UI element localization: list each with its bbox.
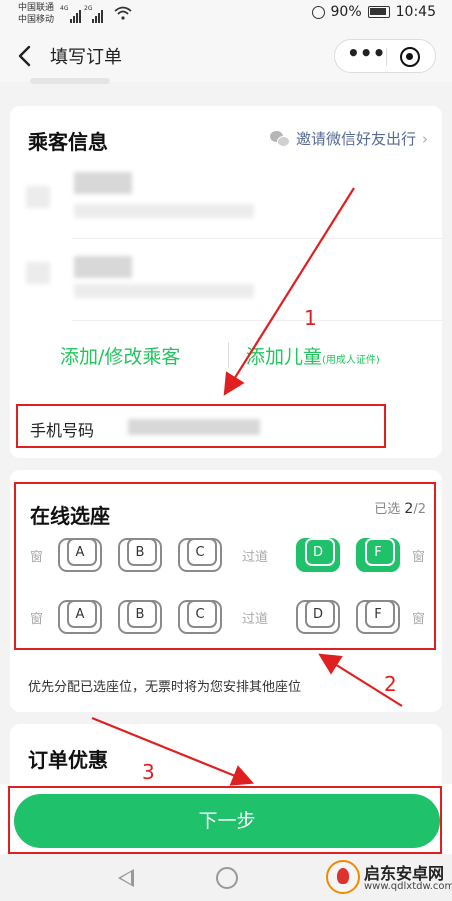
more-icon[interactable]: ••• xyxy=(347,43,385,66)
mini-program-capsule: ••• xyxy=(334,39,436,73)
system-back-icon[interactable] xyxy=(118,869,134,887)
scrolled-content-edge xyxy=(30,78,110,84)
status-bar: 中国联通 中国移动 4G 2G 90% 10:45 xyxy=(0,0,452,30)
system-home-icon[interactable] xyxy=(216,867,238,889)
action-divider xyxy=(228,342,229,368)
capsule-divider xyxy=(386,48,387,66)
divider xyxy=(72,238,442,239)
passenger-card: 乘客信息 邀请微信好友出行 › 添加/修改乘客 添加儿童(用成人证件) 手机号码 xyxy=(10,106,442,458)
checkbox-blurred xyxy=(26,262,50,284)
passenger-name-blurred xyxy=(74,172,132,194)
seat-selection-card: 在线选座 已选 2/2 窗 A B C 过道 D F 窗 窗 A B C 过道 … xyxy=(10,470,442,712)
seat-map-highlight: 在线选座 已选 2/2 窗 A B C 过道 D F 窗 窗 A B C 过道 … xyxy=(14,482,436,650)
seat-note: 优先分配已选座位，无票时将为您安排其他座位 xyxy=(28,680,302,695)
wechat-icon xyxy=(269,130,290,147)
seat-2-f[interactable]: F xyxy=(356,600,400,634)
chevron-right-icon: › xyxy=(422,129,428,148)
seat-1-d[interactable]: D xyxy=(296,538,340,572)
passenger-id-blurred xyxy=(74,284,254,298)
back-arrow-icon[interactable] xyxy=(14,42,38,70)
seat-title: 在线选座 xyxy=(30,504,110,528)
battery-icon xyxy=(367,6,390,18)
passenger-name-blurred xyxy=(74,256,132,278)
selected-count: 已选 2/2 xyxy=(374,498,426,517)
passenger-id-blurred xyxy=(74,204,254,218)
watermark-url: www.qdlxtdw.com xyxy=(364,881,452,892)
nav-bar: 填写订单 ••• xyxy=(0,30,452,82)
seat-1-b[interactable]: B xyxy=(118,538,162,572)
passenger-item[interactable] xyxy=(10,168,442,240)
seat-1-a[interactable]: A xyxy=(58,538,102,572)
checkbox-blurred xyxy=(26,186,50,208)
invite-label: 邀请微信好友出行 xyxy=(295,130,416,148)
phone-number-blurred xyxy=(128,419,260,435)
selected-total: /2 xyxy=(413,502,426,517)
net-type-1: 4G xyxy=(60,5,69,12)
alarm-icon xyxy=(311,5,325,19)
offer-title: 订单优惠 xyxy=(28,748,108,772)
close-program-icon[interactable] xyxy=(400,47,420,67)
aisle-label: 过道 xyxy=(242,550,269,565)
window-label: 窗 xyxy=(412,550,426,565)
phone-number-field[interactable]: 手机号码 xyxy=(16,404,386,448)
carrier-2: 中国移动 xyxy=(18,15,55,25)
aisle-label: 过道 xyxy=(242,612,269,627)
selected-prefix: 已选 xyxy=(374,502,401,517)
seat-1-c[interactable]: C xyxy=(178,538,222,572)
next-step-button[interactable]: 下一步 xyxy=(14,794,440,848)
selected-number: 2 xyxy=(404,501,414,517)
status-right: 90% 10:45 xyxy=(311,4,436,20)
seat-2-d[interactable]: D xyxy=(296,600,340,634)
signal-icon: 4G 2G xyxy=(60,5,112,23)
passenger-item[interactable] xyxy=(10,250,442,322)
window-label: 窗 xyxy=(30,550,44,565)
phone-label: 手机号码 xyxy=(30,421,95,440)
seat-2-c[interactable]: C xyxy=(178,600,222,634)
step-number-1: 1 xyxy=(304,306,317,330)
add-child-label: 添加儿童 xyxy=(246,346,323,368)
seat-1-f[interactable]: F xyxy=(356,538,400,572)
wifi-icon xyxy=(114,6,132,20)
seat-2-b[interactable]: B xyxy=(118,600,162,634)
watermark: 启东安卓网 www.qdlxtdw.com xyxy=(322,858,452,898)
passenger-title: 乘客信息 xyxy=(28,130,108,154)
step-number-3: 3 xyxy=(142,760,155,784)
invite-wechat-link[interactable]: 邀请微信好友出行 › xyxy=(269,128,428,149)
add-child-note: (用成人证件) xyxy=(322,355,380,366)
window-label: 窗 xyxy=(30,612,44,627)
window-label: 窗 xyxy=(412,612,426,627)
watermark-logo-icon xyxy=(326,860,360,894)
clock: 10:45 xyxy=(395,4,436,20)
step-number-2: 2 xyxy=(384,672,397,696)
seat-2-a[interactable]: A xyxy=(58,600,102,634)
battery-percent: 90% xyxy=(330,4,362,20)
bottom-action-bar: 下一步 xyxy=(0,784,452,854)
divider xyxy=(72,320,442,321)
add-child-button[interactable]: 添加儿童(用成人证件) xyxy=(246,342,380,369)
carrier-1: 中国联通 xyxy=(18,3,55,13)
page-title: 填写订单 xyxy=(50,47,122,68)
add-passenger-button[interactable]: 添加/修改乘客 xyxy=(60,342,180,369)
carrier-info: 中国联通 中国移动 xyxy=(18,2,54,26)
